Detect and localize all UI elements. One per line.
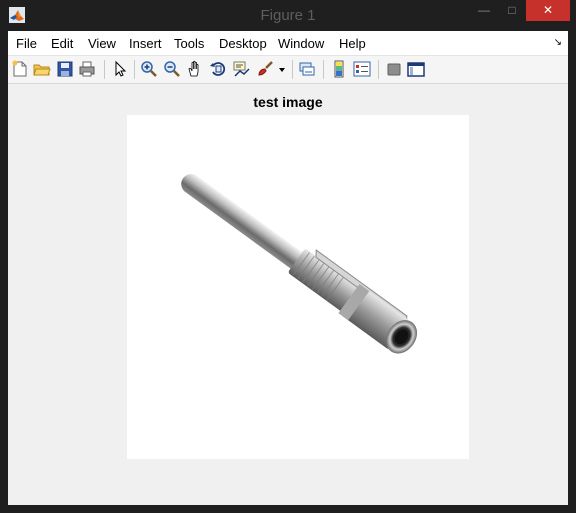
edit-plot-arrow-icon[interactable] — [111, 60, 129, 78]
minimize-button[interactable]: — — [470, 0, 498, 21]
menu-window[interactable]: Window — [278, 36, 324, 51]
data-cursor-icon[interactable] — [232, 60, 250, 78]
rotate-3d-icon[interactable] — [209, 60, 227, 78]
menu-view[interactable]: View — [88, 36, 116, 51]
insert-colorbar-icon[interactable] — [330, 60, 348, 78]
save-figure-icon[interactable] — [56, 60, 74, 78]
figure-canvas[interactable]: test image — [8, 84, 568, 505]
new-figure-icon[interactable] — [11, 60, 29, 78]
close-button[interactable]: ✕ — [526, 0, 570, 21]
brush-dropdown-icon[interactable] — [277, 60, 287, 78]
print-figure-icon[interactable] — [78, 60, 96, 78]
maximize-button[interactable]: □ — [498, 0, 526, 21]
pan-hand-icon[interactable] — [186, 60, 204, 78]
show-plot-tools-icon[interactable] — [407, 60, 425, 78]
axes-title: test image — [253, 94, 323, 110]
menu-tools[interactable]: Tools — [174, 36, 204, 51]
image-axes[interactable] — [127, 115, 469, 459]
toolbar-separator — [292, 60, 293, 79]
open-file-icon[interactable] — [33, 60, 51, 78]
hide-plot-tools-icon[interactable] — [385, 60, 403, 78]
menu-insert[interactable]: Insert — [129, 36, 162, 51]
insert-legend-icon[interactable] — [353, 60, 371, 78]
figure-window: Figure 1 — □ ✕ File Edit View Insert Too… — [0, 0, 576, 513]
menu-bar: File Edit View Insert Tools Desktop Wind… — [8, 31, 568, 56]
toolbar-separator — [378, 60, 379, 79]
menu-help[interactable]: Help — [339, 36, 366, 51]
pen-image — [127, 115, 469, 459]
figure-toolbar — [8, 56, 568, 84]
brush-icon[interactable] — [256, 60, 274, 78]
toolbar-separator — [104, 60, 105, 79]
menu-edit[interactable]: Edit — [51, 36, 73, 51]
title-bar[interactable]: Figure 1 — □ ✕ — [0, 0, 576, 31]
link-plot-icon[interactable] — [298, 60, 316, 78]
dock-figure-icon[interactable]: ↘ — [554, 37, 562, 48]
toolbar-separator — [134, 60, 135, 79]
menu-desktop[interactable]: Desktop — [219, 36, 267, 51]
toolbar-separator — [323, 60, 324, 79]
figure-client-area: File Edit View Insert Tools Desktop Wind… — [8, 31, 568, 505]
menu-file[interactable]: File — [16, 36, 37, 51]
zoom-in-icon[interactable] — [140, 60, 158, 78]
zoom-out-icon[interactable] — [163, 60, 181, 78]
